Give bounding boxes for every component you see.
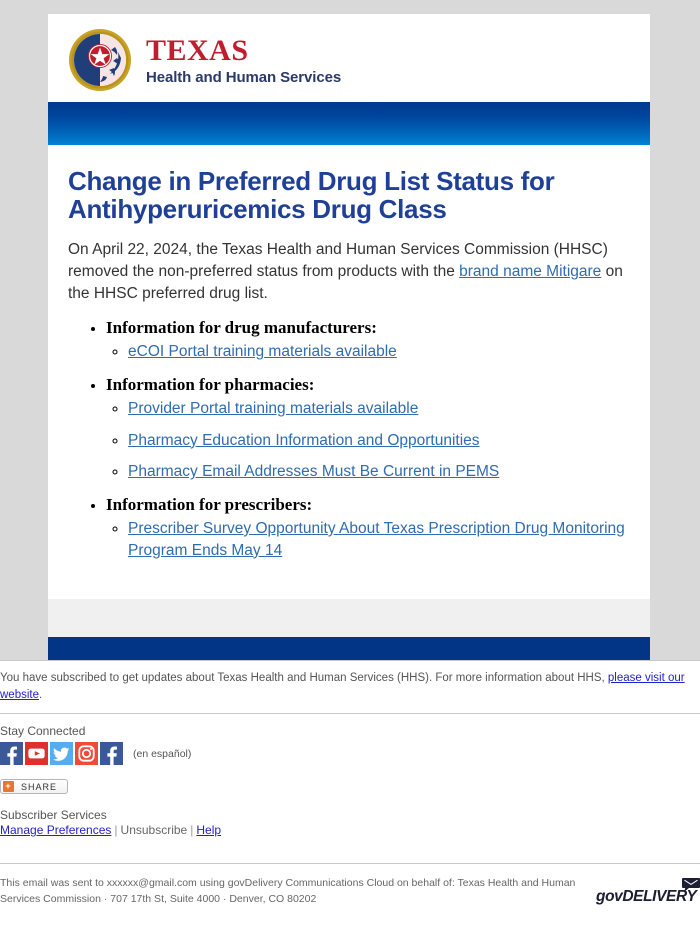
email-body: Change in Preferred Drug List Status for… (48, 145, 650, 599)
subscription-notice: You have subscribed to get updates about… (0, 661, 700, 713)
sent-to-line-2: Services Commission · 707 17th St, Suite… (0, 893, 317, 906)
list-item: eCOI Portal training materials available (128, 341, 630, 363)
list-item: Pharmacy Education Information and Oppor… (128, 430, 630, 452)
help-link[interactable]: Help (196, 823, 221, 837)
section-link[interactable]: Provider Portal training materials avail… (128, 400, 418, 417)
govdelivery-logo: govDELIVERY (596, 878, 700, 908)
sent-to-text: This email was sent to xxxxxx@gmail.com … (0, 876, 596, 908)
section-links-list: eCOI Portal training materials available (106, 341, 630, 363)
section-prescribers: Information for prescribers: Prescriber … (106, 495, 630, 561)
section-link[interactable]: eCOI Portal training materials available (128, 343, 397, 360)
subscription-text-after: . (39, 688, 43, 701)
hhs-wordmark: TEXAS Health and Human Services (146, 33, 342, 86)
manage-preferences-link[interactable]: Manage Preferences (0, 823, 111, 837)
subscriber-services-label: Subscriber Services (0, 808, 107, 823)
envelope-bubble-icon (682, 878, 700, 893)
list-item: Prescriber Survey Opportunity About Texa… (128, 518, 630, 561)
section-pharmacies: Information for pharmacies: Provider Por… (106, 375, 630, 483)
sent-to-line-1: This email was sent to xxxxxx@gmail.com … (0, 877, 576, 890)
section-link[interactable]: Pharmacy Email Addresses Must Be Current… (128, 463, 499, 480)
section-drug-manufacturers: Information for drug manufacturers: eCOI… (106, 318, 630, 363)
email-card: TEXAS Health and Human Services Change i… (48, 14, 650, 678)
facebook-espanol-icon[interactable] (100, 742, 123, 766)
link-separator: | (114, 823, 118, 838)
stay-connected-label: Stay Connected (0, 724, 86, 739)
section-heading: Information for drug manufacturers: (106, 318, 377, 338)
list-item: Provider Portal training materials avail… (128, 398, 630, 420)
wordmark-texas: TEXAS (146, 33, 249, 67)
section-link[interactable]: Prescriber Survey Opportunity About Texa… (128, 520, 625, 559)
twitter-icon[interactable] (50, 742, 73, 766)
facebook-icon[interactable] (0, 742, 23, 766)
page-title: Change in Preferred Drug List Status for… (68, 166, 555, 225)
share-plus-icon: + (3, 781, 14, 793)
instagram-icon[interactable] (75, 742, 98, 766)
subscription-text-before: You have subscribed to get updates about… (0, 672, 608, 684)
wordmark-agency: Health and Human Services (146, 68, 342, 86)
texas-state-seal-icon (68, 28, 132, 92)
header-blue-banner (48, 102, 650, 145)
section-heading: Information for prescribers: (106, 494, 313, 514)
mitigare-link[interactable]: brand name Mitigare (459, 263, 601, 280)
email-logo-header: TEXAS Health and Human Services (48, 14, 650, 102)
email-footer: You have subscribed to get updates about… (0, 660, 700, 935)
section-heading: Information for pharmacies: (106, 374, 315, 394)
espanol-label: (en español) (133, 747, 192, 760)
section-links-list: Provider Portal training materials avail… (106, 398, 630, 483)
link-separator: | (190, 823, 194, 838)
share-button[interactable]: + SHARE (0, 779, 69, 795)
subscriber-links-row: Manage Preferences | Unsubscribe | Help (0, 822, 700, 837)
footer-bottom-row: This email was sent to xxxxxx@gmail.com … (0, 864, 700, 908)
list-item: Pharmacy Email Addresses Must Be Current… (128, 461, 630, 483)
intro-paragraph: On April 22, 2024, the Texas Health and … (68, 239, 630, 304)
card-gray-strip (48, 599, 650, 638)
section-link[interactable]: Pharmacy Education Information and Oppor… (128, 432, 480, 449)
share-button-label: SHARE (21, 781, 58, 792)
information-sections-list: Information for drug manufacturers: eCOI… (68, 318, 630, 561)
youtube-icon[interactable] (25, 742, 48, 766)
social-links-row: (en español) (0, 742, 700, 766)
unsubscribe-link[interactable]: Unsubscribe (121, 823, 188, 837)
section-links-list: Prescriber Survey Opportunity About Texa… (106, 518, 630, 561)
